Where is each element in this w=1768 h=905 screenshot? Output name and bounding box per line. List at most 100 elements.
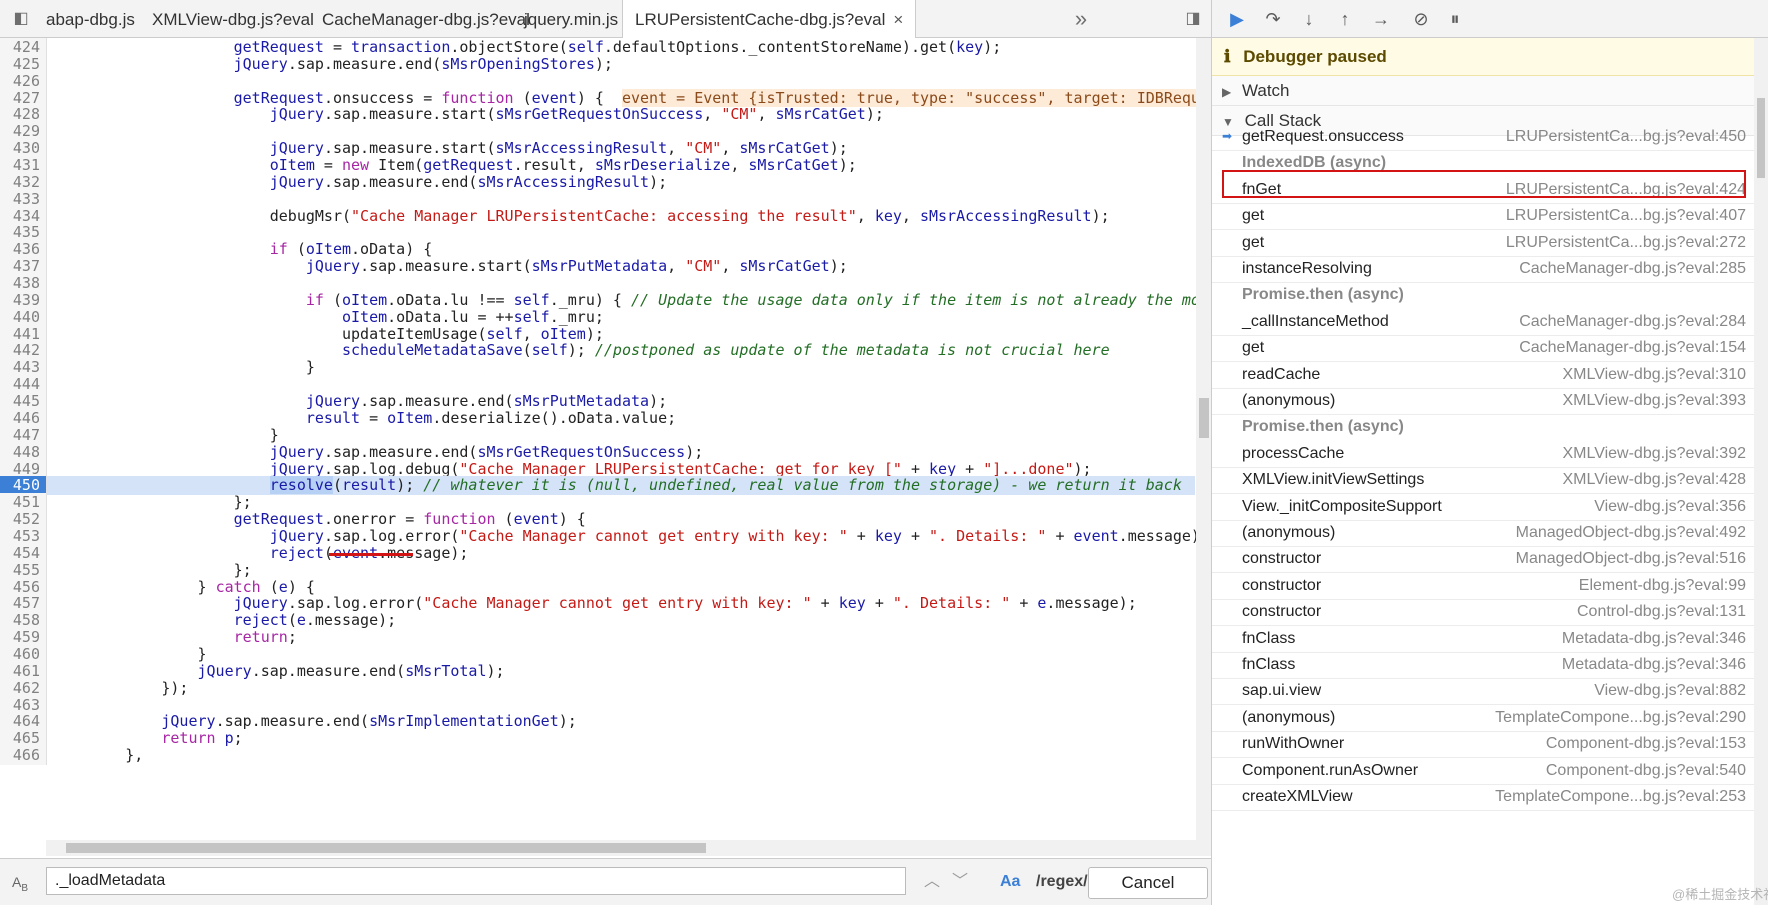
frame-location[interactable]: XMLView-dbg.js?eval:428: [1562, 465, 1746, 494]
scroll-thumb[interactable]: [1757, 98, 1765, 178]
call-frame[interactable]: fnClass Metadata-dbg.js?eval:346: [1212, 624, 1754, 653]
code-token: }: [53, 358, 315, 376]
match-case-button[interactable]: Aa: [1000, 869, 1020, 895]
pause-on-exceptions-icon[interactable]: ⏸: [1442, 6, 1468, 32]
toggle-navigator-icon[interactable]: ◧: [10, 8, 32, 30]
frame-location[interactable]: Component-dbg.js?eval:153: [1546, 729, 1746, 758]
call-frame[interactable]: readCache XMLView-dbg.js?eval:310: [1212, 360, 1754, 389]
step-into-icon[interactable]: ↓: [1296, 6, 1322, 32]
call-frame[interactable]: View._initCompositeSupport View-dbg.js?ev…: [1212, 492, 1754, 521]
resume-icon[interactable]: ▶: [1224, 6, 1250, 32]
current-frame-arrow-icon: ➡: [1222, 129, 1233, 143]
call-frame[interactable]: ➡ getRequest.onsuccess LRUPersistentCa...b…: [1212, 122, 1754, 151]
frame-location[interactable]: CacheManager-dbg.js?eval:154: [1519, 333, 1746, 362]
editor-tab[interactable]: jquery.min.js: [512, 0, 630, 37]
editor-tab[interactable]: abap-dbg.js: [34, 0, 147, 37]
frame-location[interactable]: Metadata-dbg.js?eval:346: [1562, 650, 1746, 679]
code-token: =: [323, 38, 352, 56]
code-token: sMsrPutMetadata: [513, 392, 650, 410]
cancel-button[interactable]: Cancel: [1088, 867, 1208, 899]
line-number[interactable]: 466: [0, 746, 47, 765]
call-frame[interactable]: get LRUPersistentCa...bg.js?eval:272: [1212, 228, 1754, 257]
frame-location[interactable]: TemplateCompone...bg.js?eval:253: [1495, 782, 1746, 811]
call-frame[interactable]: (anonymous) ManagedObject-dbg.js?eval:492: [1212, 518, 1754, 547]
frame-location[interactable]: ManagedObject-dbg.js?eval:492: [1516, 518, 1746, 547]
frame-function-name: _callInstanceMethod: [1242, 313, 1389, 330]
code-token: =: [360, 409, 388, 427]
editor-vertical-scrollbar[interactable]: [1196, 38, 1211, 856]
frame-location[interactable]: Component-dbg.js?eval:540: [1546, 756, 1746, 785]
call-frame[interactable]: constructor Element-dbg.js?eval:99: [1212, 571, 1754, 600]
code-token: new: [342, 156, 370, 174]
call-frame[interactable]: constructor Control-dbg.js?eval:131: [1212, 597, 1754, 626]
replace-toggle-icon[interactable]: AB: [12, 869, 28, 895]
call-frame[interactable]: instanceResolving CacheManager-dbg.js?eva…: [1212, 254, 1754, 283]
frame-location[interactable]: View-dbg.js?eval:356: [1594, 492, 1746, 521]
frame-function-name: constructor: [1242, 577, 1322, 594]
step-icon[interactable]: →: [1368, 6, 1394, 32]
regex-button[interactable]: /regex/: [1036, 869, 1088, 895]
code-line[interactable]: 466 },: [0, 746, 1195, 765]
frame-location[interactable]: LRUPersistentCa...bg.js?eval:450: [1506, 122, 1746, 151]
code-token: ,: [721, 139, 740, 157]
call-frame[interactable]: (anonymous) TemplateCompone...bg.js?eval:…: [1212, 703, 1754, 732]
frame-location[interactable]: ManagedObject-dbg.js?eval:516: [1516, 544, 1746, 573]
call-frame[interactable]: get CacheManager-dbg.js?eval:154: [1212, 333, 1754, 362]
frame-location[interactable]: Control-dbg.js?eval:131: [1577, 597, 1746, 626]
call-frame[interactable]: Component.runAsOwner Component-dbg.js?eva…: [1212, 756, 1754, 785]
frame-location[interactable]: XMLView-dbg.js?eval:310: [1562, 360, 1746, 389]
debugger-toolbar: ▶ ↷ ↓ ↑ → ⊘ ⏸: [1212, 0, 1768, 38]
deactivate-breakpoints-icon[interactable]: ⊘: [1408, 6, 1434, 32]
next-match-icon[interactable]: ﹀: [952, 869, 968, 895]
frame-location[interactable]: TemplateCompone...bg.js?eval:290: [1495, 703, 1746, 732]
frame-location[interactable]: LRUPersistentCa...bg.js?eval:407: [1506, 201, 1746, 230]
call-frame[interactable]: sap.ui.view View-dbg.js?eval:882: [1212, 676, 1754, 705]
code-token: reject: [233, 611, 288, 629]
code-token: };: [53, 493, 252, 511]
code-token: sMsrAccessingResult: [477, 173, 650, 191]
code-token: );: [649, 392, 668, 410]
toggle-debugger-sidebar-icon[interactable]: ◨: [1182, 8, 1204, 30]
code-token: result: [305, 409, 361, 427]
call-frame[interactable]: XMLView.initViewSettings XMLView-dbg.js?e…: [1212, 465, 1754, 494]
call-frame[interactable]: processCache XMLView-dbg.js?eval:392: [1212, 439, 1754, 468]
step-over-icon[interactable]: ↷: [1260, 6, 1286, 32]
code-token: .sap.measure.start(: [323, 139, 496, 157]
frame-location[interactable]: Metadata-dbg.js?eval:346: [1562, 624, 1746, 653]
call-frame[interactable]: (anonymous) XMLView-dbg.js?eval:393: [1212, 386, 1754, 415]
frame-location[interactable]: LRUPersistentCa...bg.js?eval:272: [1506, 228, 1746, 257]
editor-horizontal-scrollbar[interactable]: [46, 840, 1196, 856]
expand-triangle-icon: ▶: [1222, 85, 1232, 99]
previous-match-icon[interactable]: ︿: [924, 869, 940, 895]
editor-tab[interactable]: CacheManager-dbg.js?eval: [310, 0, 542, 37]
paused-banner: ℹ Debugger paused: [1212, 38, 1754, 76]
call-frame[interactable]: constructor ManagedObject-dbg.js?eval:516: [1212, 544, 1754, 573]
editor-tab[interactable]: LRUPersistentCache-dbg.js?eval ×: [622, 0, 917, 40]
close-icon[interactable]: ×: [893, 0, 903, 40]
frame-location[interactable]: Element-dbg.js?eval:99: [1579, 571, 1746, 600]
sidebar-scrollbar[interactable]: [1754, 38, 1768, 905]
annotation-box: [1222, 170, 1746, 198]
code-token: +: [901, 527, 930, 545]
search-bar: AB ._loadMetadata ︿ ﹀ Aa /regex/ Cancel: [0, 858, 1211, 905]
frame-location[interactable]: XMLView-dbg.js?eval:392: [1562, 439, 1746, 468]
call-frame[interactable]: createXMLView TemplateCompone...bg.js?eva…: [1212, 782, 1754, 811]
frame-location[interactable]: View-dbg.js?eval:882: [1594, 676, 1746, 705]
scroll-thumb[interactable]: [1199, 398, 1209, 438]
code-editor[interactable]: 424 getRequest = transaction.objectStore…: [0, 38, 1211, 858]
more-tabs-icon[interactable]: »: [1070, 8, 1092, 30]
call-frame[interactable]: runWithOwner Component-dbg.js?eval:153: [1212, 729, 1754, 758]
scroll-thumb[interactable]: [66, 843, 706, 853]
search-input[interactable]: ._loadMetadata: [46, 867, 906, 895]
frame-location[interactable]: XMLView-dbg.js?eval:393: [1562, 386, 1746, 415]
call-frame[interactable]: get LRUPersistentCa...bg.js?eval:407: [1212, 201, 1754, 230]
watch-section-header[interactable]: ▶ Watch: [1212, 76, 1754, 106]
step-out-icon[interactable]: ↑: [1332, 6, 1358, 32]
call-frame[interactable]: fnClass Metadata-dbg.js?eval:346: [1212, 650, 1754, 679]
frame-location[interactable]: CacheManager-dbg.js?eval:284: [1519, 307, 1746, 336]
editor-tab[interactable]: XMLView-dbg.js?eval: [140, 0, 326, 37]
frame-location[interactable]: CacheManager-dbg.js?eval:285: [1519, 254, 1746, 283]
call-frame[interactable]: _callInstanceMethod CacheManager-dbg.js?e…: [1212, 307, 1754, 336]
